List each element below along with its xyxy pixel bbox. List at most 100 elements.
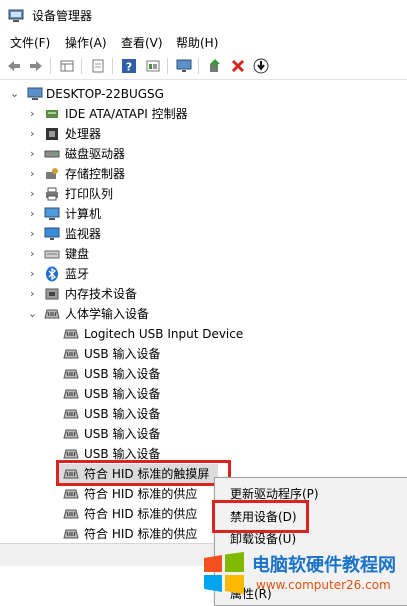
- category-disk[interactable]: › 磁盘驱动器: [0, 144, 407, 164]
- expand-chevron-icon[interactable]: ›: [30, 124, 40, 144]
- menu-help[interactable]: 帮助(H): [176, 34, 218, 51]
- category-label: 计算机: [65, 207, 102, 221]
- window-title: 设备管理器: [32, 9, 93, 23]
- category-label: IDE ATA/ATAPI 控制器: [65, 107, 188, 121]
- hid-device-icon: [63, 429, 79, 439]
- device-label: USB 输入设备: [84, 407, 161, 421]
- collapse-chevron-icon[interactable]: ⌄: [28, 304, 38, 324]
- expand-chevron-icon[interactable]: ›: [30, 184, 40, 204]
- tree-root[interactable]: ⌄ DESKTOP-22BUGSG: [0, 84, 407, 104]
- device-item[interactable]: USB 输入设备: [0, 384, 407, 404]
- storage-controller-icon: [46, 168, 58, 179]
- monitor-icon[interactable]: [174, 56, 194, 76]
- hid-device-icon: [63, 509, 79, 519]
- toolbar: ?: [0, 53, 407, 80]
- category-label: 处理器: [65, 127, 102, 141]
- device-item[interactable]: USB 输入设备: [0, 424, 407, 444]
- device-label: 符合 HID 标准的供应: [84, 487, 198, 501]
- device-label: USB 输入设备: [84, 367, 161, 381]
- menu-view[interactable]: 查看(V): [121, 34, 163, 51]
- download-arrow-icon[interactable]: [251, 56, 271, 76]
- device-manager-icon: [8, 9, 24, 22]
- show-hidden-icon[interactable]: [143, 56, 163, 76]
- hid-device-icon: [63, 329, 79, 339]
- device-item[interactable]: Logitech USB Input Device: [0, 324, 407, 344]
- device-label: 符合 HID 标准的供应: [84, 527, 198, 541]
- device-item[interactable]: USB 输入设备: [0, 344, 407, 364]
- category-processor[interactable]: › 处理器: [0, 124, 407, 144]
- svg-text:?: ?: [126, 61, 132, 74]
- toolbar-separator: [112, 58, 113, 74]
- keyboard-icon: [44, 250, 60, 259]
- category-label: 打印队列: [65, 187, 114, 201]
- expand-chevron-icon[interactable]: ›: [30, 244, 40, 264]
- category-memory[interactable]: › 内存技术设备: [0, 284, 407, 304]
- collapse-chevron-icon[interactable]: ⌄: [10, 84, 20, 104]
- device-item[interactable]: USB 输入设备: [0, 364, 407, 384]
- category-label: 监视器: [65, 227, 102, 241]
- update-driver-icon[interactable]: [205, 56, 225, 76]
- title-bar: 设备管理器: [0, 0, 407, 30]
- help-icon[interactable]: ?: [119, 56, 139, 76]
- memory-device-icon: [45, 288, 59, 300]
- device-label: 符合 HID 标准的供应: [84, 507, 198, 521]
- printer-icon: [46, 187, 58, 201]
- category-computer[interactable]: › 计算机: [0, 204, 407, 224]
- forward-arrow-icon[interactable]: [26, 56, 46, 76]
- properties-grid-icon[interactable]: [57, 56, 77, 76]
- expand-chevron-icon[interactable]: ›: [30, 204, 40, 224]
- category-label: 内存技术设备: [65, 287, 138, 301]
- expand-chevron-icon[interactable]: ›: [30, 284, 40, 304]
- processor-icon: [46, 128, 58, 140]
- category-storage[interactable]: › 存储控制器: [0, 164, 407, 184]
- category-monitor[interactable]: › 监视器: [0, 224, 407, 244]
- expand-chevron-icon[interactable]: ›: [30, 264, 40, 284]
- category-hid[interactable]: ⌄ 人体学输入设备: [0, 304, 407, 324]
- category-label: 存储控制器: [65, 167, 126, 181]
- highlight-disable-device: [212, 500, 309, 533]
- device-label: USB 输入设备: [84, 387, 161, 401]
- monitor-icon: [44, 227, 60, 240]
- category-bluetooth[interactable]: › 蓝牙: [0, 264, 407, 284]
- toolbar-separator: [198, 58, 199, 74]
- category-ide[interactable]: › IDE ATA/ATAPI 控制器: [0, 104, 407, 124]
- watermark-title: 电脑软硬件教程网: [252, 555, 396, 576]
- highlight-touchscreen: [56, 460, 231, 486]
- device-label: Logitech USB Input Device: [84, 327, 244, 341]
- menu-bar: 文件(F) 操作(A) 查看(V) 帮助(H): [0, 30, 407, 52]
- hid-device-icon: [63, 489, 79, 499]
- expand-chevron-icon[interactable]: ›: [30, 104, 40, 124]
- category-label: 蓝牙: [65, 267, 90, 281]
- expand-chevron-icon[interactable]: ›: [30, 224, 40, 244]
- device-label: USB 输入设备: [84, 347, 161, 361]
- toolbar-separator: [81, 58, 82, 74]
- menu-file[interactable]: 文件(F): [10, 34, 50, 51]
- back-arrow-icon[interactable]: [4, 56, 24, 76]
- bluetooth-icon: [46, 266, 58, 282]
- menu-action[interactable]: 操作(A): [65, 34, 107, 51]
- windows-logo-icon: [204, 552, 244, 594]
- document-icon[interactable]: [88, 56, 108, 76]
- device-item[interactable]: USB 输入设备: [0, 404, 407, 424]
- computer-icon: [44, 207, 60, 220]
- category-label: 磁盘驱动器: [65, 147, 126, 161]
- hid-device-icon: [44, 309, 60, 319]
- tree-root-label: DESKTOP-22BUGSG: [46, 87, 164, 101]
- watermark: 电脑软硬件教程网 www.computer26.com: [198, 543, 407, 604]
- device-label: USB 输入设备: [84, 427, 161, 441]
- toolbar-separator: [167, 58, 168, 74]
- hid-device-icon: [63, 369, 79, 379]
- hid-device-icon: [63, 349, 79, 359]
- disk-drive-icon: [44, 150, 60, 158]
- hid-device-icon: [63, 529, 79, 539]
- category-keyboard[interactable]: › 键盘: [0, 244, 407, 264]
- category-label: 键盘: [65, 247, 90, 261]
- expand-chevron-icon[interactable]: ›: [30, 144, 40, 164]
- toolbar-separator: [50, 58, 51, 74]
- hid-device-icon: [63, 409, 79, 419]
- category-print-queue[interactable]: › 打印队列: [0, 184, 407, 204]
- hid-device-icon: [63, 389, 79, 399]
- expand-chevron-icon[interactable]: ›: [30, 164, 40, 184]
- uninstall-x-icon[interactable]: [228, 56, 248, 76]
- watermark-url: www.computer26.com: [256, 578, 391, 592]
